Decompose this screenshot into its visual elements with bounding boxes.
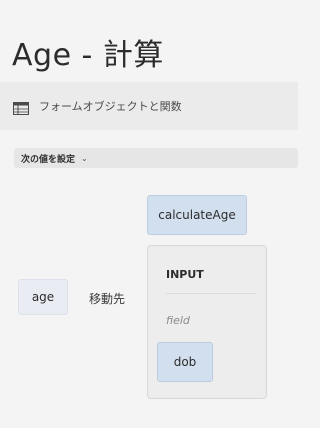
rule-editor: Age - 計算 フォームオブジェクトと関数 次の値を設定 ⌄ calculat… <box>0 0 298 428</box>
form-objects-functions-label: フォームオブジェクトと関数 <box>39 100 182 113</box>
set-value-label: 次の値を設定 <box>21 154 76 165</box>
param-value-chip[interactable]: dob <box>157 342 213 382</box>
chevron-down-icon: ⌄ <box>81 153 88 163</box>
param-label: field <box>166 314 190 327</box>
page-title: Age - 計算 <box>12 38 164 73</box>
input-heading: INPUT <box>166 268 204 281</box>
set-value-dropdown[interactable]: 次の値を設定 ⌄ <box>14 148 298 168</box>
divider <box>166 293 256 294</box>
form-objects-functions-toggle[interactable]: フォームオブジェクトと関数 <box>0 82 298 130</box>
function-chip[interactable]: calculateAge <box>147 195 247 235</box>
operator-label: 移動先 <box>89 292 126 306</box>
target-field-chip[interactable]: age <box>18 279 68 315</box>
table-icon <box>13 100 29 115</box>
